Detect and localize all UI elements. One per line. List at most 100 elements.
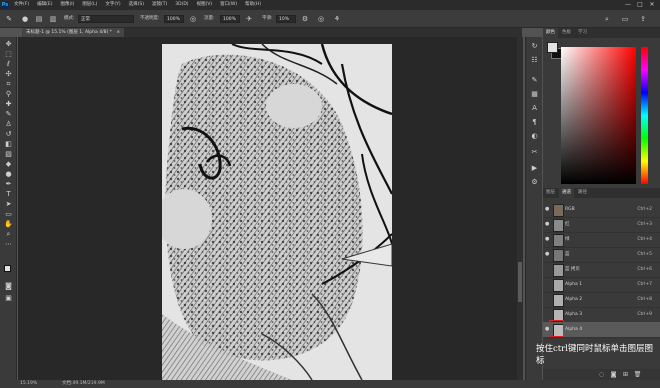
menu-select[interactable]: 选择(S) [129, 0, 144, 10]
clone-stamp-tool-icon[interactable]: ♙ [3, 119, 14, 129]
channel-shortcut: Ctrl+2 [637, 207, 652, 212]
brush-settings-icon[interactable]: ▤ [34, 14, 44, 24]
visibility-eye-icon[interactable]: ● [545, 206, 551, 213]
visibility-eye-icon[interactable]: ● [545, 221, 551, 228]
visibility-eye-icon[interactable] [545, 266, 551, 273]
hand-tool-icon[interactable]: ✋ [3, 219, 14, 229]
document-canvas[interactable] [162, 44, 392, 380]
paragraph-panel-icon[interactable]: ¶ [529, 117, 540, 128]
hue-slider[interactable] [641, 47, 648, 184]
close-window-button[interactable]: ✕ [646, 0, 658, 10]
maximize-button[interactable]: □ [634, 0, 646, 10]
dodge-tool-icon[interactable]: ● [3, 169, 14, 179]
quick-mask-icon[interactable]: ◙ [3, 281, 14, 291]
channel-row-blue-copy[interactable]: 蓝 拷贝 Ctrl+6 [543, 262, 660, 278]
menu-window[interactable]: 窗口(W) [220, 0, 237, 10]
healing-brush-tool-icon[interactable]: ✚ [3, 99, 14, 109]
share-icon[interactable]: ⇪ [638, 14, 648, 24]
channel-row-blue[interactable]: ● 蓝 Ctrl+5 [543, 247, 660, 263]
scrollbar-thumb[interactable] [518, 262, 522, 302]
minimize-button[interactable]: — [622, 0, 634, 10]
document-info[interactable]: 文档:49.1M/219.9M [62, 380, 105, 388]
menu-view[interactable]: 视图(V) [197, 0, 213, 10]
adjustments-panel-icon[interactable]: ◐ [529, 131, 540, 142]
channel-row-red[interactable]: ● 红 Ctrl+3 [543, 217, 660, 233]
brush-tool-preset-icon[interactable]: ✎ [4, 14, 14, 24]
close-tab-icon[interactable]: × [116, 30, 120, 35]
tools-preset-icon[interactable]: ✂ [529, 147, 540, 158]
channel-name: 红 [565, 222, 570, 227]
menu-image[interactable]: 图像(I) [60, 0, 74, 10]
saturation-brightness-field[interactable] [561, 47, 636, 184]
zoom-tool-icon[interactable]: ⌕ [3, 229, 14, 239]
screen-mode-icon[interactable]: ▣ [3, 293, 14, 303]
tab-layers[interactable]: 图层 [543, 188, 558, 198]
eraser-tool-icon[interactable]: ◧ [3, 139, 14, 149]
menu-layer[interactable]: 图层(L) [82, 0, 97, 10]
lasso-tool-icon[interactable]: ℓ [3, 59, 14, 69]
marquee-tool-icon[interactable]: ⬚ [3, 49, 14, 59]
quick-select-tool-icon[interactable]: ✣ [3, 69, 14, 79]
visibility-eye-icon[interactable]: ● [545, 236, 551, 243]
menu-filter[interactable]: 滤镜(T) [152, 0, 167, 10]
channel-row-alpha-1[interactable]: Alpha 1 Ctrl+7 [543, 277, 660, 293]
menu-type[interactable]: 文字(Y) [105, 0, 120, 10]
crop-tool-icon[interactable]: ⌗ [3, 79, 14, 89]
move-tool-icon[interactable]: ✥ [3, 39, 14, 49]
history-brush-tool-icon[interactable]: ↺ [3, 129, 14, 139]
workspace-icon[interactable]: ▭ [620, 14, 630, 24]
visibility-eye-icon[interactable]: ● [545, 251, 551, 258]
channel-thumbnail [553, 204, 564, 217]
visibility-eye-icon[interactable] [545, 281, 551, 288]
document-tab[interactable]: 未标题-1 @ 15.1% (图层 1, Alpha 4/8) * × [22, 28, 125, 37]
rectangle-tool-icon[interactable]: ▭ [3, 209, 14, 219]
menu-file[interactable]: 文件(F) [14, 0, 29, 10]
eyedropper-tool-icon[interactable]: ⚲ [3, 89, 14, 99]
tab-swatches[interactable]: 色板 [559, 28, 574, 38]
pressure-size-icon[interactable]: ◎ [316, 14, 326, 24]
smoothing-settings-gear-icon[interactable]: ⚙ [300, 14, 310, 24]
brush-panel-icon[interactable]: ✎ [529, 75, 540, 86]
tab-paths[interactable]: 路径 [575, 188, 590, 198]
channel-row-rgb[interactable]: ● RGB Ctrl+2 [543, 202, 660, 218]
brush-panel-icon[interactable]: ▥ [48, 14, 58, 24]
channel-row-alpha-2[interactable]: Alpha 2 Ctrl+8 [543, 292, 660, 308]
foreground-color-chip[interactable] [547, 42, 558, 53]
menu-edit[interactable]: 编辑(E) [37, 0, 52, 10]
path-select-tool-icon[interactable]: ➤ [3, 199, 14, 209]
pen-tool-icon[interactable]: ✒ [3, 179, 14, 189]
search-icon[interactable]: ⌕ [602, 14, 612, 24]
visibility-eye-icon[interactable] [545, 296, 551, 303]
character-panel-icon[interactable]: A [529, 103, 540, 114]
channel-image [162, 44, 392, 380]
actions-play-icon[interactable]: ▶ [529, 163, 540, 174]
swatch-panel-icon[interactable]: ▦ [529, 89, 540, 100]
pressure-opacity-icon[interactable]: ◎ [188, 14, 198, 24]
smoothing-field[interactable]: 10% [276, 15, 296, 23]
brush-tool-icon[interactable]: ✎ [3, 109, 14, 119]
menu-3d[interactable]: 3D(D) [175, 0, 188, 10]
tab-learn[interactable]: 学习 [575, 28, 590, 38]
properties-panel-icon[interactable]: ☷ [529, 55, 540, 66]
menu-help[interactable]: 帮助(H) [245, 0, 261, 10]
more-tools-icon[interactable]: ⋯ [3, 239, 14, 249]
tab-channels[interactable]: 通道 [559, 188, 574, 198]
blur-tool-icon[interactable]: ◆ [3, 159, 14, 169]
channel-row-green[interactable]: ● 绿 Ctrl+4 [543, 232, 660, 248]
flow-field[interactable]: 100% [220, 15, 240, 23]
opacity-field[interactable]: 100% [164, 15, 184, 23]
visibility-eye-icon[interactable] [545, 311, 551, 318]
gradient-tool-icon[interactable]: ▨ [3, 149, 14, 159]
type-tool-icon[interactable]: T [3, 189, 14, 199]
settings-panel-icon[interactable]: ⚙ [529, 177, 540, 188]
vertical-scrollbar[interactable] [517, 37, 523, 380]
mode-select[interactable]: 正常 [78, 15, 134, 23]
symmetry-icon[interactable]: ⚘ [332, 14, 342, 24]
zoom-level[interactable]: 15.19% [20, 380, 37, 388]
brush-size-picker-icon[interactable]: ● [20, 14, 30, 24]
tab-color[interactable]: 颜色 [543, 28, 558, 38]
history-panel-icon[interactable]: ↻ [529, 41, 540, 52]
airbrush-icon[interactable]: ✈ [244, 14, 254, 24]
foreground-color-swatch[interactable] [4, 265, 11, 272]
highlight-box [549, 320, 564, 337]
